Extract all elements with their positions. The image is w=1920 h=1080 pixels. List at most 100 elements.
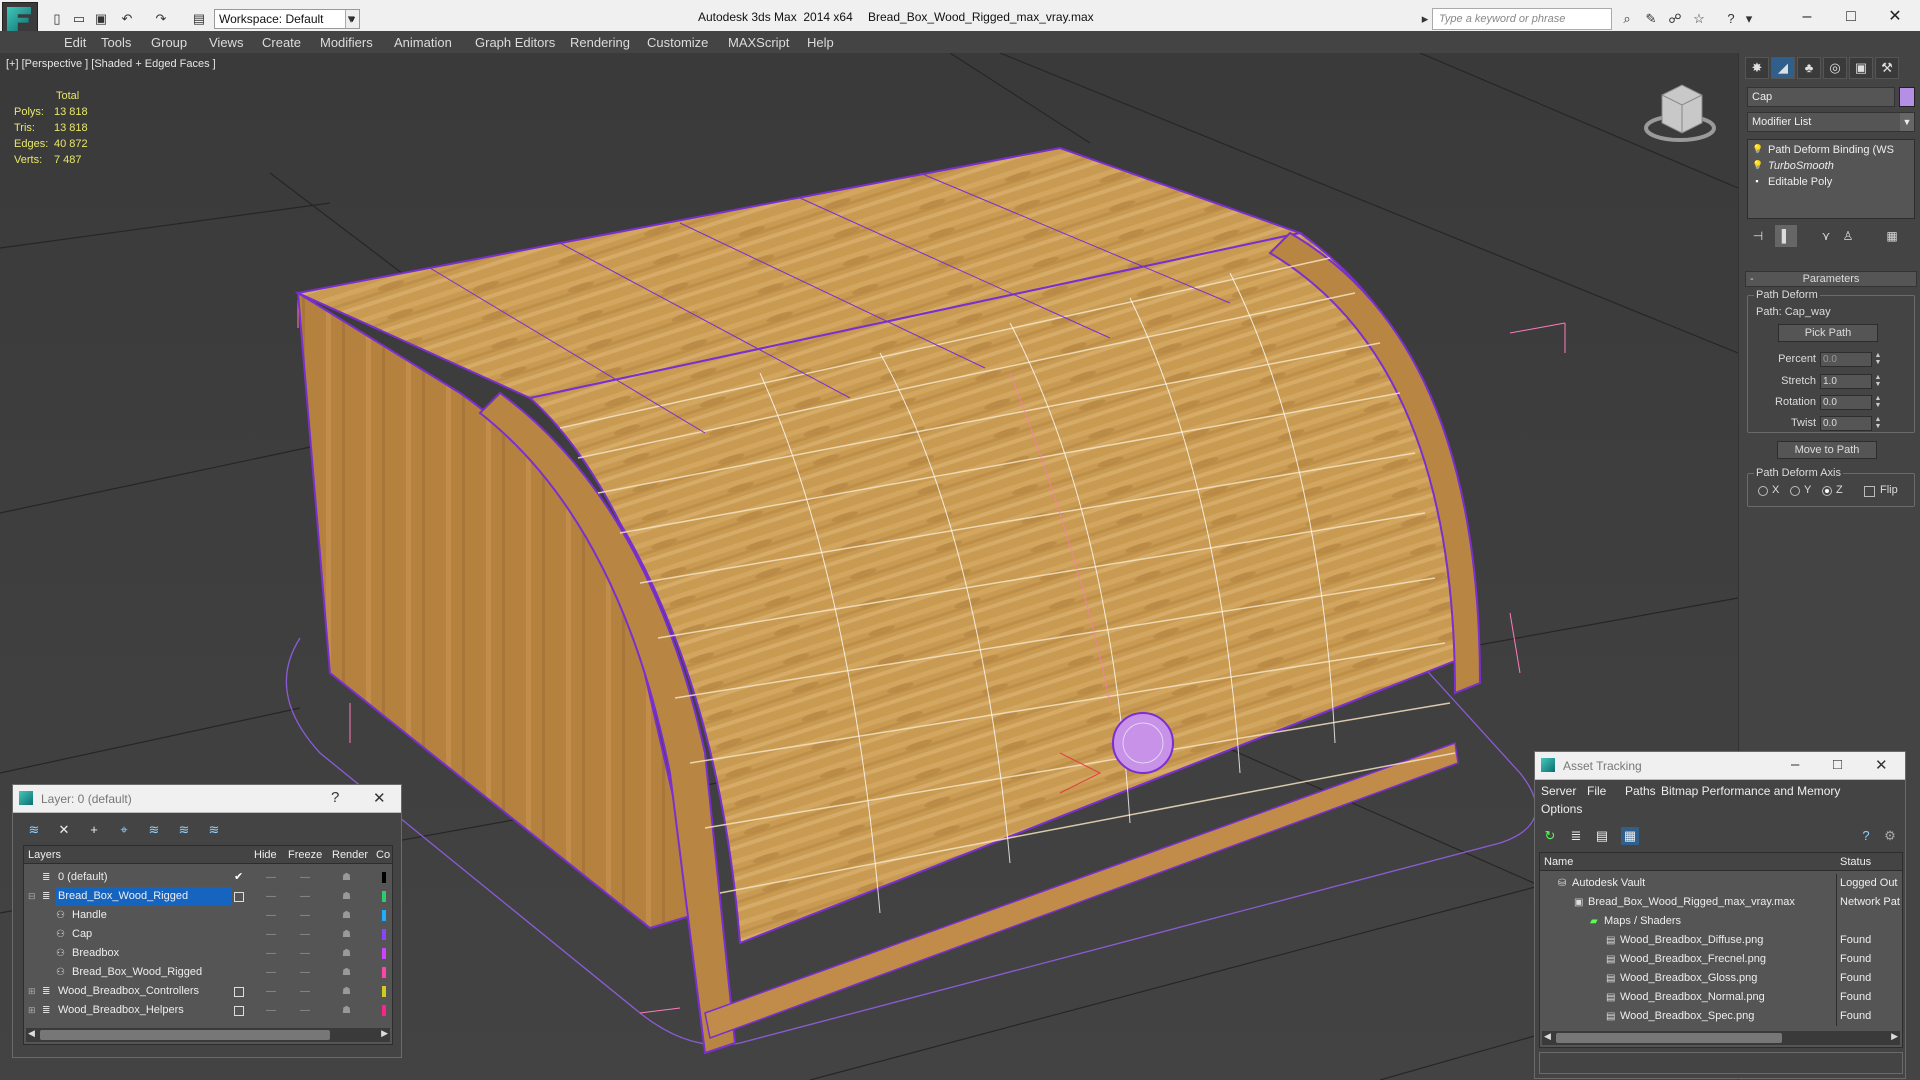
asset-row[interactable]: ▤ Wood_Breadbox_Normal.png Found	[1540, 988, 1902, 1007]
flip-checkbox[interactable]	[1864, 486, 1875, 497]
menu-edit[interactable]: Edit	[64, 35, 86, 50]
axis-y-radio[interactable]	[1790, 486, 1800, 496]
help-icon[interactable]: ?	[1857, 827, 1875, 845]
layer-color-swatch[interactable]	[382, 872, 386, 883]
freeze-toggle[interactable]: —	[300, 925, 310, 944]
col-render[interactable]: Render	[332, 849, 368, 861]
scroll-right-icon[interactable]: ▶	[381, 1028, 388, 1039]
menu-group[interactable]: Group	[151, 35, 187, 50]
layer-row[interactable]: ⚇ Breadbox — — ☗	[26, 944, 390, 963]
table-view-icon[interactable]: ▦	[1621, 827, 1639, 845]
open-file-icon[interactable]: ▭	[70, 10, 88, 28]
close-icon[interactable]: ✕	[373, 789, 386, 807]
axis-x-radio[interactable]	[1758, 486, 1768, 496]
layer-row[interactable]: ⊟ ≣ Bread_Box_Wood_Rigged — — ☗	[26, 887, 390, 906]
twist-spinner-icon[interactable]: ▲ ▼	[1874, 416, 1882, 431]
render-icon[interactable]: ☗	[342, 906, 351, 925]
communication-icon[interactable]: ✎	[1642, 10, 1660, 28]
layer-row[interactable]: ⚇ Bread_Box_Wood_Rigged — — ☗	[26, 963, 390, 982]
create-tab-icon[interactable]: ✸	[1745, 57, 1769, 79]
hide-toggle[interactable]: —	[266, 1001, 276, 1020]
col-color[interactable]: Co	[376, 849, 390, 861]
modifier-list-dropdown[interactable]: Modifier List ▼	[1747, 112, 1915, 132]
layer-row[interactable]: ≣ 0 (default) ✔ — — ☗	[26, 868, 390, 887]
asset-menu-file[interactable]: File	[1587, 784, 1606, 798]
star-icon[interactable]: ☆	[1690, 10, 1708, 28]
layer-name[interactable]: Handle	[70, 906, 109, 925]
hierarchy-tab-icon[interactable]: ♣	[1797, 57, 1821, 79]
layer-name[interactable]: 0 (default)	[56, 868, 110, 887]
render-icon[interactable]: ☗	[342, 887, 351, 906]
horizontal-scrollbar[interactable]: ◀ ▶	[1542, 1031, 1900, 1045]
delete-layer-icon[interactable]: ✕	[55, 821, 73, 839]
freeze-toggle[interactable]: —	[300, 1001, 310, 1020]
layer-color-swatch[interactable]	[382, 929, 386, 940]
scrollbar-thumb[interactable]	[40, 1030, 330, 1040]
show-end-result-icon[interactable]: ▌	[1775, 225, 1797, 247]
percent-field[interactable]: 0.0	[1820, 352, 1872, 367]
binoculars-icon[interactable]: ⌕	[1618, 10, 1636, 28]
hide-all-icon[interactable]: ≋	[175, 821, 193, 839]
hide-toggle[interactable]: —	[266, 868, 276, 887]
render-icon[interactable]: ☗	[342, 925, 351, 944]
rotation-field[interactable]: 0.0	[1820, 395, 1872, 410]
freeze-toggle[interactable]: —	[300, 944, 310, 963]
scroll-right-icon[interactable]: ▶	[1891, 1031, 1898, 1042]
save-icon[interactable]: ▣	[92, 10, 110, 28]
object-color-swatch[interactable]	[1899, 87, 1915, 107]
maximize-button[interactable]: □	[1833, 756, 1842, 773]
asset-menu-bitmap-performance-and-memory[interactable]: Bitmap Performance and Memory	[1661, 784, 1840, 798]
menu-maxscript[interactable]: MAXScript	[728, 35, 789, 50]
asset-path-field[interactable]	[1539, 1052, 1903, 1074]
hide-toggle[interactable]: —	[266, 906, 276, 925]
expand-icon[interactable]: ⊞	[28, 1001, 36, 1020]
modifier-stack[interactable]: 💡 Path Deform Binding (WS 💡 TurboSmooth ▪ Edi…	[1747, 139, 1915, 219]
col-freeze[interactable]: Freeze	[288, 849, 322, 861]
current-layer-check-icon[interactable]: ✔	[234, 868, 243, 887]
layer-row[interactable]: ⊞ ≣ Wood_Breadbox_Controllers — — ☗	[26, 982, 390, 1001]
render-icon[interactable]: ☗	[342, 868, 351, 887]
maximize-button[interactable]: □	[1836, 6, 1866, 28]
layer-color-swatch[interactable]	[382, 948, 386, 959]
help-icon[interactable]: ?	[331, 789, 339, 806]
new-layer-icon[interactable]: ≋	[25, 821, 43, 839]
freeze-all-icon[interactable]: ≋	[205, 821, 223, 839]
asset-row[interactable]: ▤ Wood_Breadbox_Gloss.png Found	[1540, 969, 1902, 988]
select-layer-checkbox[interactable]	[234, 1006, 244, 1016]
utilities-tab-icon[interactable]: ⚒	[1875, 57, 1899, 79]
asset-menu-paths[interactable]: Paths	[1625, 784, 1656, 798]
render-icon[interactable]: ☗	[342, 1001, 351, 1020]
pick-path-button[interactable]: Pick Path	[1778, 324, 1878, 342]
asset-menu-options[interactable]: Options	[1541, 802, 1582, 816]
chevron-down-icon[interactable]: ▾	[1740, 10, 1758, 28]
layer-name[interactable]: Cap	[70, 925, 94, 944]
horizontal-scrollbar[interactable]: ◀ ▶	[26, 1028, 390, 1042]
close-button[interactable]: ✕	[1880, 6, 1910, 28]
expand-icon[interactable]: ⊟	[28, 887, 36, 906]
new-file-icon[interactable]: ▯	[48, 10, 66, 28]
modifier-stack-item[interactable]: 💡 TurboSmooth	[1748, 158, 1914, 174]
expand-icon[interactable]: ⊞	[28, 982, 36, 1001]
redo-icon[interactable]: ↷	[152, 10, 170, 28]
lightbulb-icon[interactable]: 💡	[1752, 160, 1763, 171]
scroll-left-icon[interactable]: ◀	[28, 1028, 35, 1039]
select-layer-checkbox[interactable]	[234, 892, 244, 902]
menu-tools[interactable]: Tools	[101, 35, 131, 50]
modify-tab-icon[interactable]: ◢	[1771, 57, 1795, 79]
layer-name[interactable]: Bread_Box_Wood_Rigged	[56, 887, 232, 906]
asset-row[interactable]: ▰ Maps / Shaders	[1540, 912, 1902, 931]
layer-name[interactable]: Breadbox	[70, 944, 121, 963]
asset-row[interactable]: ▤ Wood_Breadbox_Spec.png Found	[1540, 1007, 1902, 1026]
col-name[interactable]: Name	[1544, 856, 1573, 868]
hide-toggle[interactable]: —	[266, 982, 276, 1001]
menu-modifiers[interactable]: Modifiers	[320, 35, 373, 50]
chevron-down-icon[interactable]: ▾	[342, 10, 360, 28]
display-tab-icon[interactable]: ▣	[1849, 57, 1873, 79]
object-name-field[interactable]: Cap	[1747, 87, 1895, 107]
asset-row[interactable]: ⛁ Autodesk Vault Logged Out	[1540, 874, 1902, 893]
layer-color-swatch[interactable]	[382, 910, 386, 921]
select-objects-icon[interactable]: ⌖	[115, 821, 133, 839]
layer-dialog-title-bar[interactable]: Layer: 0 (default) ? ✕	[13, 785, 401, 813]
col-layers[interactable]: Layers	[28, 849, 61, 861]
freeze-toggle[interactable]: —	[300, 982, 310, 1001]
